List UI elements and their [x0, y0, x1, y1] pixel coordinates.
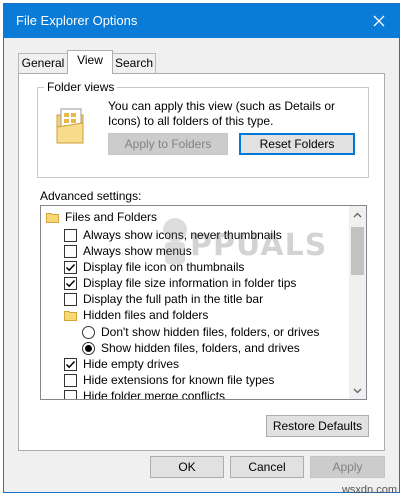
close-icon — [373, 15, 385, 27]
checkbox-display-file-size-info[interactable]: Display file size information in folder … — [64, 275, 296, 291]
tab-view-label: View — [77, 53, 103, 67]
title-bar[interactable]: File Explorer Options — [4, 4, 399, 38]
tree-folder-files-and-folders: Files and Folders — [46, 209, 157, 225]
radio-selected-dot — [85, 344, 92, 352]
reset-folders-label: Reset Folders — [259, 137, 335, 151]
folder-views-description: You can apply this view (such as Details… — [108, 99, 336, 128]
checkmark-icon — [65, 279, 76, 287]
file-explorer-options-dialog: File Explorer Options General View Searc… — [3, 3, 400, 493]
tab-search[interactable]: Search — [112, 53, 156, 73]
scroll-up-button[interactable] — [349, 206, 366, 223]
scroll-down-button[interactable] — [349, 382, 366, 399]
checkbox-box[interactable] — [64, 260, 77, 274]
checkbox-box[interactable] — [64, 389, 77, 399]
checkbox-box[interactable] — [64, 228, 77, 242]
folder-icon — [46, 212, 59, 223]
tree-item-label: Hide extensions for known file types — [83, 373, 275, 387]
view-tab-panel: Folder views You can apply this view (su… — [18, 73, 385, 451]
tree-folder-hidden-files: Hidden files and folders — [64, 307, 208, 323]
checkbox-always-show-icons[interactable]: Always show icons, never thumbnails — [64, 227, 282, 243]
tree-item-label: Display file icon on thumbnails — [83, 260, 245, 274]
reset-folders-button[interactable]: Reset Folders — [239, 133, 355, 155]
scroll-thumb[interactable] — [351, 227, 364, 275]
tab-general[interactable]: General — [18, 53, 68, 73]
checkmark-icon — [65, 263, 76, 271]
checkbox-hide-empty-drives[interactable]: Hide empty drives — [64, 356, 179, 372]
tree-item-label: Hidden files and folders — [83, 308, 209, 322]
vertical-scrollbar[interactable] — [349, 206, 366, 399]
folder-views-group: Folder views You can apply this view (su… — [37, 80, 369, 178]
checkbox-display-full-path[interactable]: Display the full path in the title bar — [64, 291, 263, 307]
radio-dont-show-hidden[interactable]: Don't show hidden files, folders, or dri… — [82, 324, 319, 340]
tab-search-label: Search — [114, 56, 154, 70]
tab-general-label: General — [21, 56, 65, 70]
tree-item-label: Always show icons, never thumbnails — [83, 228, 282, 242]
apply-button[interactable]: Apply — [310, 456, 385, 478]
checkbox-box[interactable] — [64, 292, 77, 306]
checkbox-always-show-menus[interactable]: Always show menus — [64, 243, 192, 259]
advanced-settings-list[interactable]: Files and Folders Always show icons, nev… — [40, 205, 367, 400]
tree-item-label: Display the full path in the title bar — [83, 292, 264, 306]
tree-item-label: Don't show hidden files, folders, or dri… — [101, 325, 320, 339]
folder-views-legend: Folder views — [44, 80, 118, 94]
checkbox-box[interactable] — [64, 373, 77, 387]
advanced-settings-label: Advanced settings: — [40, 189, 142, 203]
tree-item-label: Hide empty drives — [83, 357, 180, 371]
ok-label: OK — [178, 460, 196, 474]
checkbox-hide-folder-merge-conflicts[interactable]: Hide folder merge conflicts — [64, 388, 226, 400]
checkbox-box[interactable] — [64, 357, 77, 371]
radio-button[interactable] — [82, 325, 95, 339]
apply-label: Apply — [332, 460, 363, 474]
tree-item-label: Files and Folders — [65, 210, 158, 224]
folder-icon — [64, 310, 77, 321]
restore-defaults-label: Restore Defaults — [272, 419, 363, 433]
checkbox-hide-extensions[interactable]: Hide extensions for known file types — [64, 372, 274, 388]
checkmark-icon — [65, 360, 76, 368]
apply-to-folders-button[interactable]: Apply to Folders — [108, 133, 228, 155]
ok-button[interactable]: OK — [150, 456, 224, 478]
cancel-label: Cancel — [248, 460, 286, 474]
tree-item-label: Display file size information in folder … — [83, 276, 297, 290]
site-credit: wsxdn.com — [341, 484, 397, 496]
tree-item-label: Always show menus — [83, 244, 192, 258]
radio-show-hidden[interactable]: Show hidden files, folders, and drives — [82, 340, 300, 356]
checkbox-box[interactable] — [64, 244, 77, 258]
tab-view[interactable]: View — [67, 50, 113, 74]
chevron-down-icon — [353, 388, 362, 393]
checkbox-display-file-icon-thumbnails[interactable]: Display file icon on thumbnails — [64, 259, 244, 275]
chevron-up-icon — [353, 212, 362, 217]
tree-item-label: Hide folder merge conflicts — [83, 389, 226, 400]
radio-button[interactable] — [82, 341, 95, 355]
checkbox-box[interactable] — [64, 276, 77, 290]
tree-item-label: Show hidden files, folders, and drives — [101, 341, 300, 355]
restore-defaults-button[interactable]: Restore Defaults — [266, 415, 369, 437]
folder-views-icon — [56, 108, 84, 144]
window-title: File Explorer Options — [16, 13, 138, 28]
close-button[interactable] — [359, 4, 399, 38]
apply-to-folders-label: Apply to Folders — [124, 137, 212, 151]
cancel-button[interactable]: Cancel — [230, 456, 304, 478]
